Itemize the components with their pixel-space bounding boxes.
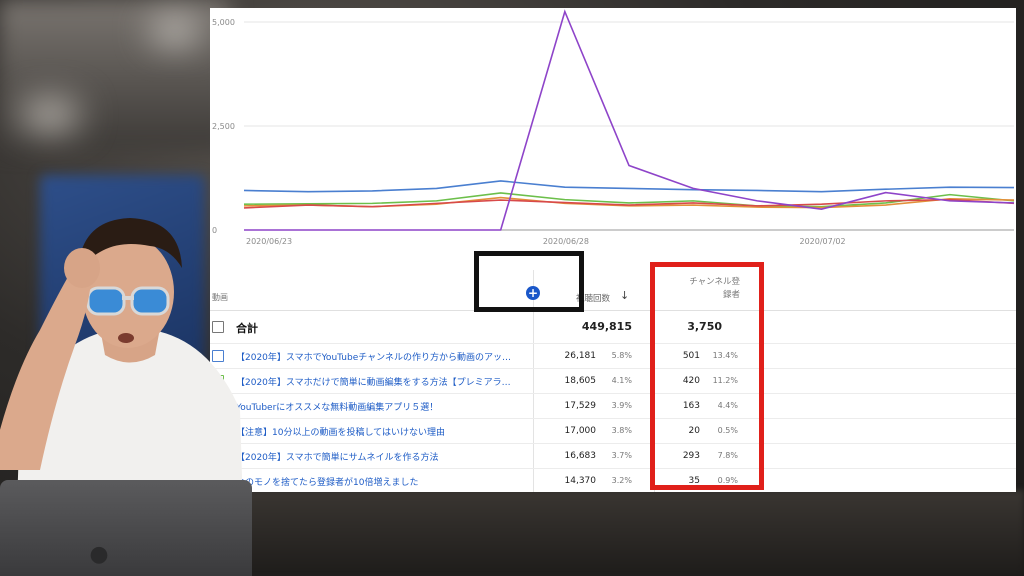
video-views-percent: 3.7% <box>611 451 632 460</box>
video-title-link[interactable]: YouTuberにオススメな無料動画編集アプリ５選！ <box>236 400 526 413</box>
total-label: 合計 <box>236 322 258 335</box>
x-tick-label: 2020/07/02 <box>800 237 846 246</box>
video-views-percent: 5.8% <box>611 351 632 360</box>
table-row[interactable]: 【2020年】スマホで簡単にサムネイルを作る方法 16,683 3.7% 293… <box>210 444 1016 469</box>
series-line <box>243 180 1015 193</box>
video-views-percent: 3.2% <box>611 476 632 485</box>
video-table: 動画 + 視聴回数 ↓ チャンネル登 録者 合計 449,815 3,750 【… <box>210 270 1016 492</box>
video-title-link[interactable]: 【2020年】スマホでYouTubeチャンネルの作り方から動画のアッ… <box>236 350 526 363</box>
table-header: 動画 + 視聴回数 ↓ チャンネル登 録者 <box>210 270 1016 311</box>
y-tick-label: 2,500 <box>212 122 235 131</box>
total-views: 449,815 <box>581 320 632 333</box>
video-title-link[interactable]: 【2020年】スマホで簡単にサムネイルを作る方法 <box>236 450 526 463</box>
table-row[interactable]: 【2020年】スマホでYouTubeチャンネルの作り方から動画のアッ… 26,1… <box>210 344 1016 369</box>
line-chart: 02,5005,0002020/06/23 2020/06/28 2020/07/0… <box>212 9 1015 246</box>
video-views-percent: 4.1% <box>611 376 632 385</box>
laptop: ● <box>0 480 252 576</box>
table-row-total: 合計 449,815 3,750 <box>210 311 1016 344</box>
video-views: 18,605 <box>564 376 597 386</box>
table-row[interactable]: YouTuberにオススメな無料動画編集アプリ５選！ 17,529 3.9% 1… <box>210 394 1016 419</box>
background-light <box>150 20 200 42</box>
video-views: 26,181 <box>564 351 597 361</box>
video-views: 16,683 <box>564 451 597 461</box>
y-tick-label: 5,000 <box>212 18 235 27</box>
video-title-link[interactable]: つのモノを捨てたら登録者が10倍増えました <box>236 475 526 488</box>
video-views: 14,370 <box>564 476 597 486</box>
apple-logo-icon: ● <box>89 542 109 567</box>
analytics-panel: 0 2,500 5,000 2020/06/23 2020/06/28 2020/07/0… <box>210 8 1016 492</box>
sort-arrow-icon[interactable]: ↓ <box>620 289 629 302</box>
video-title-link[interactable]: 【注意】10分以上の動画を投稿してはいけない理由 <box>236 425 526 438</box>
highlight-box-red <box>650 262 764 490</box>
video-title-link[interactable]: 【2020年】スマホだけで簡単に動画編集をする方法【プレミアラ… <box>236 375 526 388</box>
video-views-percent: 3.9% <box>611 401 632 410</box>
video-views: 17,529 <box>564 401 597 411</box>
series-line <box>244 9 1015 231</box>
background-light <box>20 100 80 130</box>
table-row[interactable]: 【注意】10分以上の動画を投稿してはいけない理由 17,000 3.8% 20 … <box>210 419 1016 444</box>
table-row[interactable]: つのモノを捨てたら登録者が10倍増えました 14,370 3.2% 35 0.9… <box>210 469 1016 492</box>
table-row[interactable]: 【2020年】スマホだけで簡単に動画編集をする方法【プレミアラ… 18,605 … <box>210 369 1016 394</box>
x-tick-label: 2020/06/28 <box>543 237 589 246</box>
video-views: 17,000 <box>564 426 597 436</box>
highlight-box-black <box>474 251 584 312</box>
background-desk <box>200 490 1024 576</box>
video-views-percent: 3.8% <box>611 426 632 435</box>
